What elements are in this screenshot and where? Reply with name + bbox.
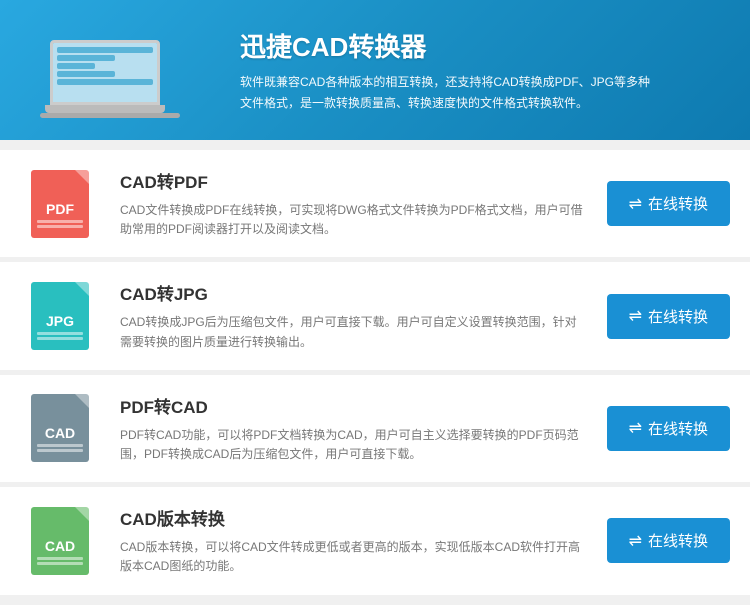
item-icon-jpg: JPG (20, 281, 100, 351)
convert-icon-cad-version: ⇌ (629, 531, 642, 551)
convert-label-cad-gray: 在线转换 (648, 418, 708, 439)
header-title: 迅捷CAD转换器 (240, 27, 660, 64)
convert-btn-cad-version[interactable]: ⇌ 在线转换 (607, 518, 730, 563)
item-icon-cad-green: CAD (20, 506, 100, 576)
item-title-jpg: CAD转JPG (120, 280, 587, 305)
item-title-cad-gray: PDF转CAD (120, 393, 587, 418)
convert-icon-jpg: ⇌ (629, 306, 642, 326)
header-text: 迅捷CAD转换器 软件既兼容CAD各种版本的相互转换，还支持将CAD转换成PDF… (240, 27, 660, 113)
header-illustration (30, 20, 210, 120)
convert-label-pdf: 在线转换 (648, 193, 708, 214)
item-desc-cad-version: CAD版本转换，可以将CAD文件转成更低或者更高的版本，实现低版本CAD软件打开… (120, 538, 587, 576)
icon-label-cad-gray: CAD (45, 425, 75, 441)
icon-label-pdf: PDF (46, 201, 74, 217)
item-desc-pdf: CAD文件转换成PDF在线转换，可实现将DWG格式文件转换为PDF格式文档，用户… (120, 201, 587, 239)
item-cad-to-jpg: JPG CAD转JPG CAD转换成JPG后为压缩包文件，用户可直接下载。用户可… (0, 262, 750, 369)
convert-icon-pdf: ⇌ (629, 194, 642, 214)
item-pdf-to-cad: CAD PDF转CAD PDF转CAD功能，可以将PDF文档转换为CAD，用户可… (0, 375, 750, 482)
convert-btn-jpg[interactable]: ⇌ 在线转换 (607, 294, 730, 339)
item-content-cad-version: CAD版本转换 CAD版本转换，可以将CAD文件转成更低或者更高的版本，实现低版… (120, 505, 607, 576)
convert-label-cad-version: 在线转换 (648, 530, 708, 551)
item-content-pdf: CAD转PDF CAD文件转换成PDF在线转换，可实现将DWG格式文件转换为PD… (120, 168, 607, 239)
convert-label-jpg: 在线转换 (648, 306, 708, 327)
item-cad-to-pdf: PDF CAD转PDF CAD文件转换成PDF在线转换，可实现将DWG格式文件转… (0, 150, 750, 257)
items-container: PDF CAD转PDF CAD文件转换成PDF在线转换，可实现将DWG格式文件转… (0, 140, 750, 605)
item-desc-jpg: CAD转换成JPG后为压缩包文件，用户可直接下载。用户可自定义设置转换范围，针对… (120, 313, 587, 351)
item-cad-version: CAD CAD版本转换 CAD版本转换，可以将CAD文件转成更低或者更高的版本，… (0, 487, 750, 594)
header-section: 迅捷CAD转换器 软件既兼容CAD各种版本的相互转换，还支持将CAD转换成PDF… (0, 0, 750, 140)
item-content-cad-gray: PDF转CAD PDF转CAD功能，可以将PDF文档转换为CAD，用户可自主义选… (120, 393, 607, 464)
icon-label-jpg: JPG (46, 313, 74, 329)
item-desc-cad-gray: PDF转CAD功能，可以将PDF文档转换为CAD，用户可自主义选择要转换的PDF… (120, 426, 587, 464)
convert-btn-cad-gray[interactable]: ⇌ 在线转换 (607, 406, 730, 451)
item-title-cad-version: CAD版本转换 (120, 505, 587, 530)
app-container: 迅捷CAD转换器 软件既兼容CAD各种版本的相互转换，还支持将CAD转换成PDF… (0, 0, 750, 605)
item-content-jpg: CAD转JPG CAD转换成JPG后为压缩包文件，用户可直接下载。用户可自定义设… (120, 280, 607, 351)
header-description: 软件既兼容CAD各种版本的相互转换，还支持将CAD转换成PDF、JPG等多种文件… (240, 72, 660, 113)
item-icon-pdf: PDF (20, 169, 100, 239)
icon-label-cad-green: CAD (45, 538, 75, 554)
item-title-pdf: CAD转PDF (120, 168, 587, 193)
item-icon-cad-gray: CAD (20, 393, 100, 463)
convert-btn-pdf[interactable]: ⇌ 在线转换 (607, 181, 730, 226)
convert-icon-cad-gray: ⇌ (629, 418, 642, 438)
